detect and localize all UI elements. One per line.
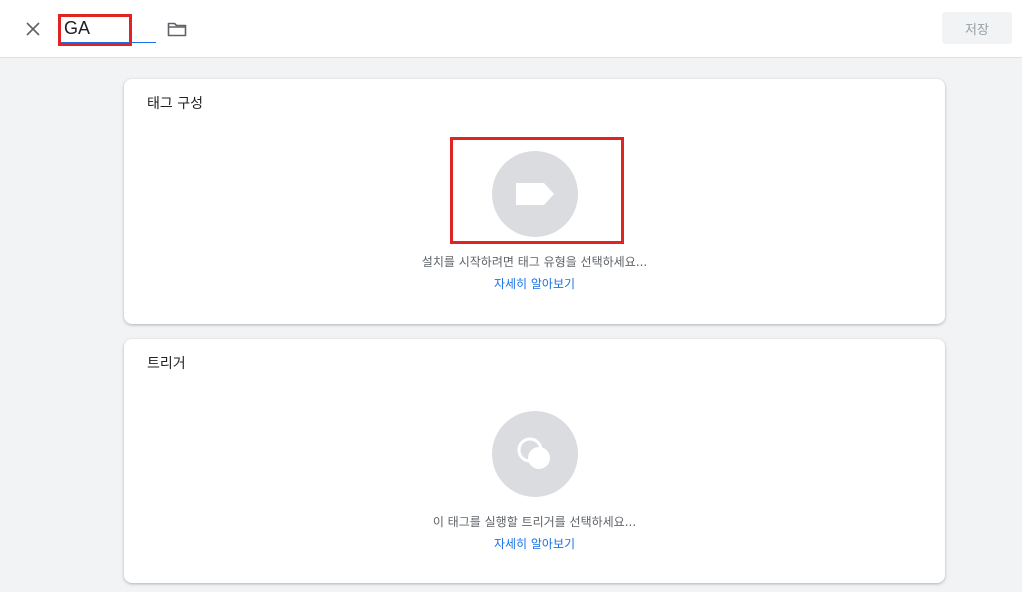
- trigger-select-button[interactable]: [492, 411, 578, 497]
- top-bar: 저장: [0, 0, 1022, 58]
- close-icon: [26, 22, 40, 36]
- tag-type-button[interactable]: [492, 151, 578, 237]
- save-button[interactable]: 저장: [942, 12, 1012, 44]
- tag-icon: [516, 183, 554, 205]
- tag-config-card: 태그 구성 설치를 시작하려면 태그 유형을 선택하세요... 자세히 알아보기: [124, 79, 945, 324]
- tag-config-hint: 설치를 시작하려면 태그 유형을 선택하세요...: [421, 255, 648, 269]
- tag-name-field: [58, 14, 156, 46]
- trigger-card: 트리거 이 태그를 실행할 트리거를 선택하세요... 자세히 알아보기: [124, 339, 945, 583]
- tag-config-title: 태그 구성: [147, 96, 203, 112]
- trigger-title: 트리거: [147, 356, 186, 372]
- folder-button[interactable]: [164, 16, 190, 42]
- folder-icon: [167, 22, 187, 37]
- trigger-hint: 이 태그를 실행할 트리거를 선택하세요...: [432, 515, 637, 529]
- close-button[interactable]: [20, 16, 46, 42]
- trigger-learn-more-link[interactable]: 자세히 알아보기: [124, 535, 945, 552]
- tag-config-learn-more-link[interactable]: 자세히 알아보기: [124, 275, 945, 292]
- trigger-icon: [517, 437, 550, 469]
- tag-name-input[interactable]: [58, 14, 156, 43]
